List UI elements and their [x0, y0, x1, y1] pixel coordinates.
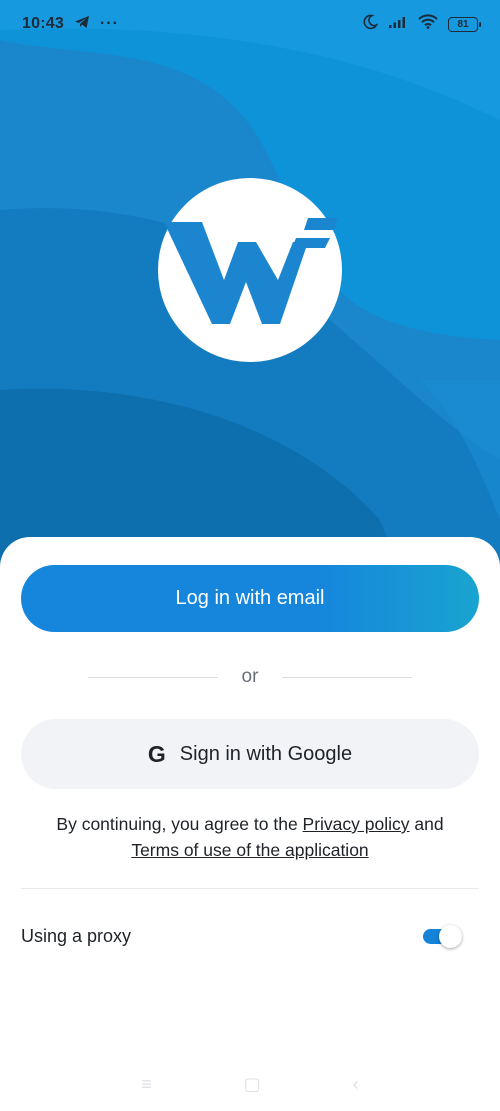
- login-card: Log in with email or G Sign in with Goog…: [0, 537, 500, 1111]
- battery-icon: 81: [448, 16, 481, 32]
- status-right: 81: [362, 14, 481, 35]
- terms-middle: and: [409, 814, 444, 834]
- home-icon[interactable]: ▢: [244, 1075, 261, 1093]
- status-left: 10:43 ···: [22, 15, 119, 34]
- telegram-icon: [74, 15, 90, 34]
- proxy-toggle[interactable]: [423, 925, 462, 948]
- more-notifications-icon: ···: [99, 15, 119, 32]
- sign-in-with-google-button[interactable]: G Sign in with Google: [21, 719, 479, 789]
- proxy-setting-row: Using a proxy: [21, 921, 462, 951]
- terms-notice: By continuing, you agree to the Privacy …: [20, 811, 480, 863]
- moon-icon: [362, 14, 379, 35]
- divider-line-left: [88, 676, 218, 678]
- section-divider: [21, 888, 479, 889]
- system-nav-bar: ≡ ▢ ‹: [0, 1070, 500, 1098]
- signal-icon: [388, 15, 408, 34]
- status-time: 10:43: [22, 15, 64, 32]
- proxy-label: Using a proxy: [21, 925, 132, 946]
- google-icon: G: [147, 740, 166, 767]
- login-with-email-button[interactable]: Log in with email: [21, 565, 479, 632]
- or-divider: or: [88, 665, 412, 689]
- or-label: or: [241, 666, 259, 687]
- divider-line-right: [282, 676, 412, 678]
- w-logo-icon: [158, 178, 342, 362]
- privacy-policy-link[interactable]: Privacy policy: [303, 814, 410, 834]
- terms-of-use-link[interactable]: Terms of use of the application: [131, 840, 368, 860]
- toggle-knob: [439, 925, 462, 948]
- back-icon[interactable]: ‹: [353, 1075, 359, 1093]
- terms-prefix: By continuing, you agree to the: [56, 814, 303, 834]
- app-logo: [158, 178, 342, 362]
- status-bar: 10:43 ··· 81: [0, 0, 500, 48]
- google-button-label: Sign in with Google: [179, 742, 353, 765]
- wifi-icon: [418, 14, 438, 34]
- menu-icon[interactable]: ≡: [141, 1075, 152, 1093]
